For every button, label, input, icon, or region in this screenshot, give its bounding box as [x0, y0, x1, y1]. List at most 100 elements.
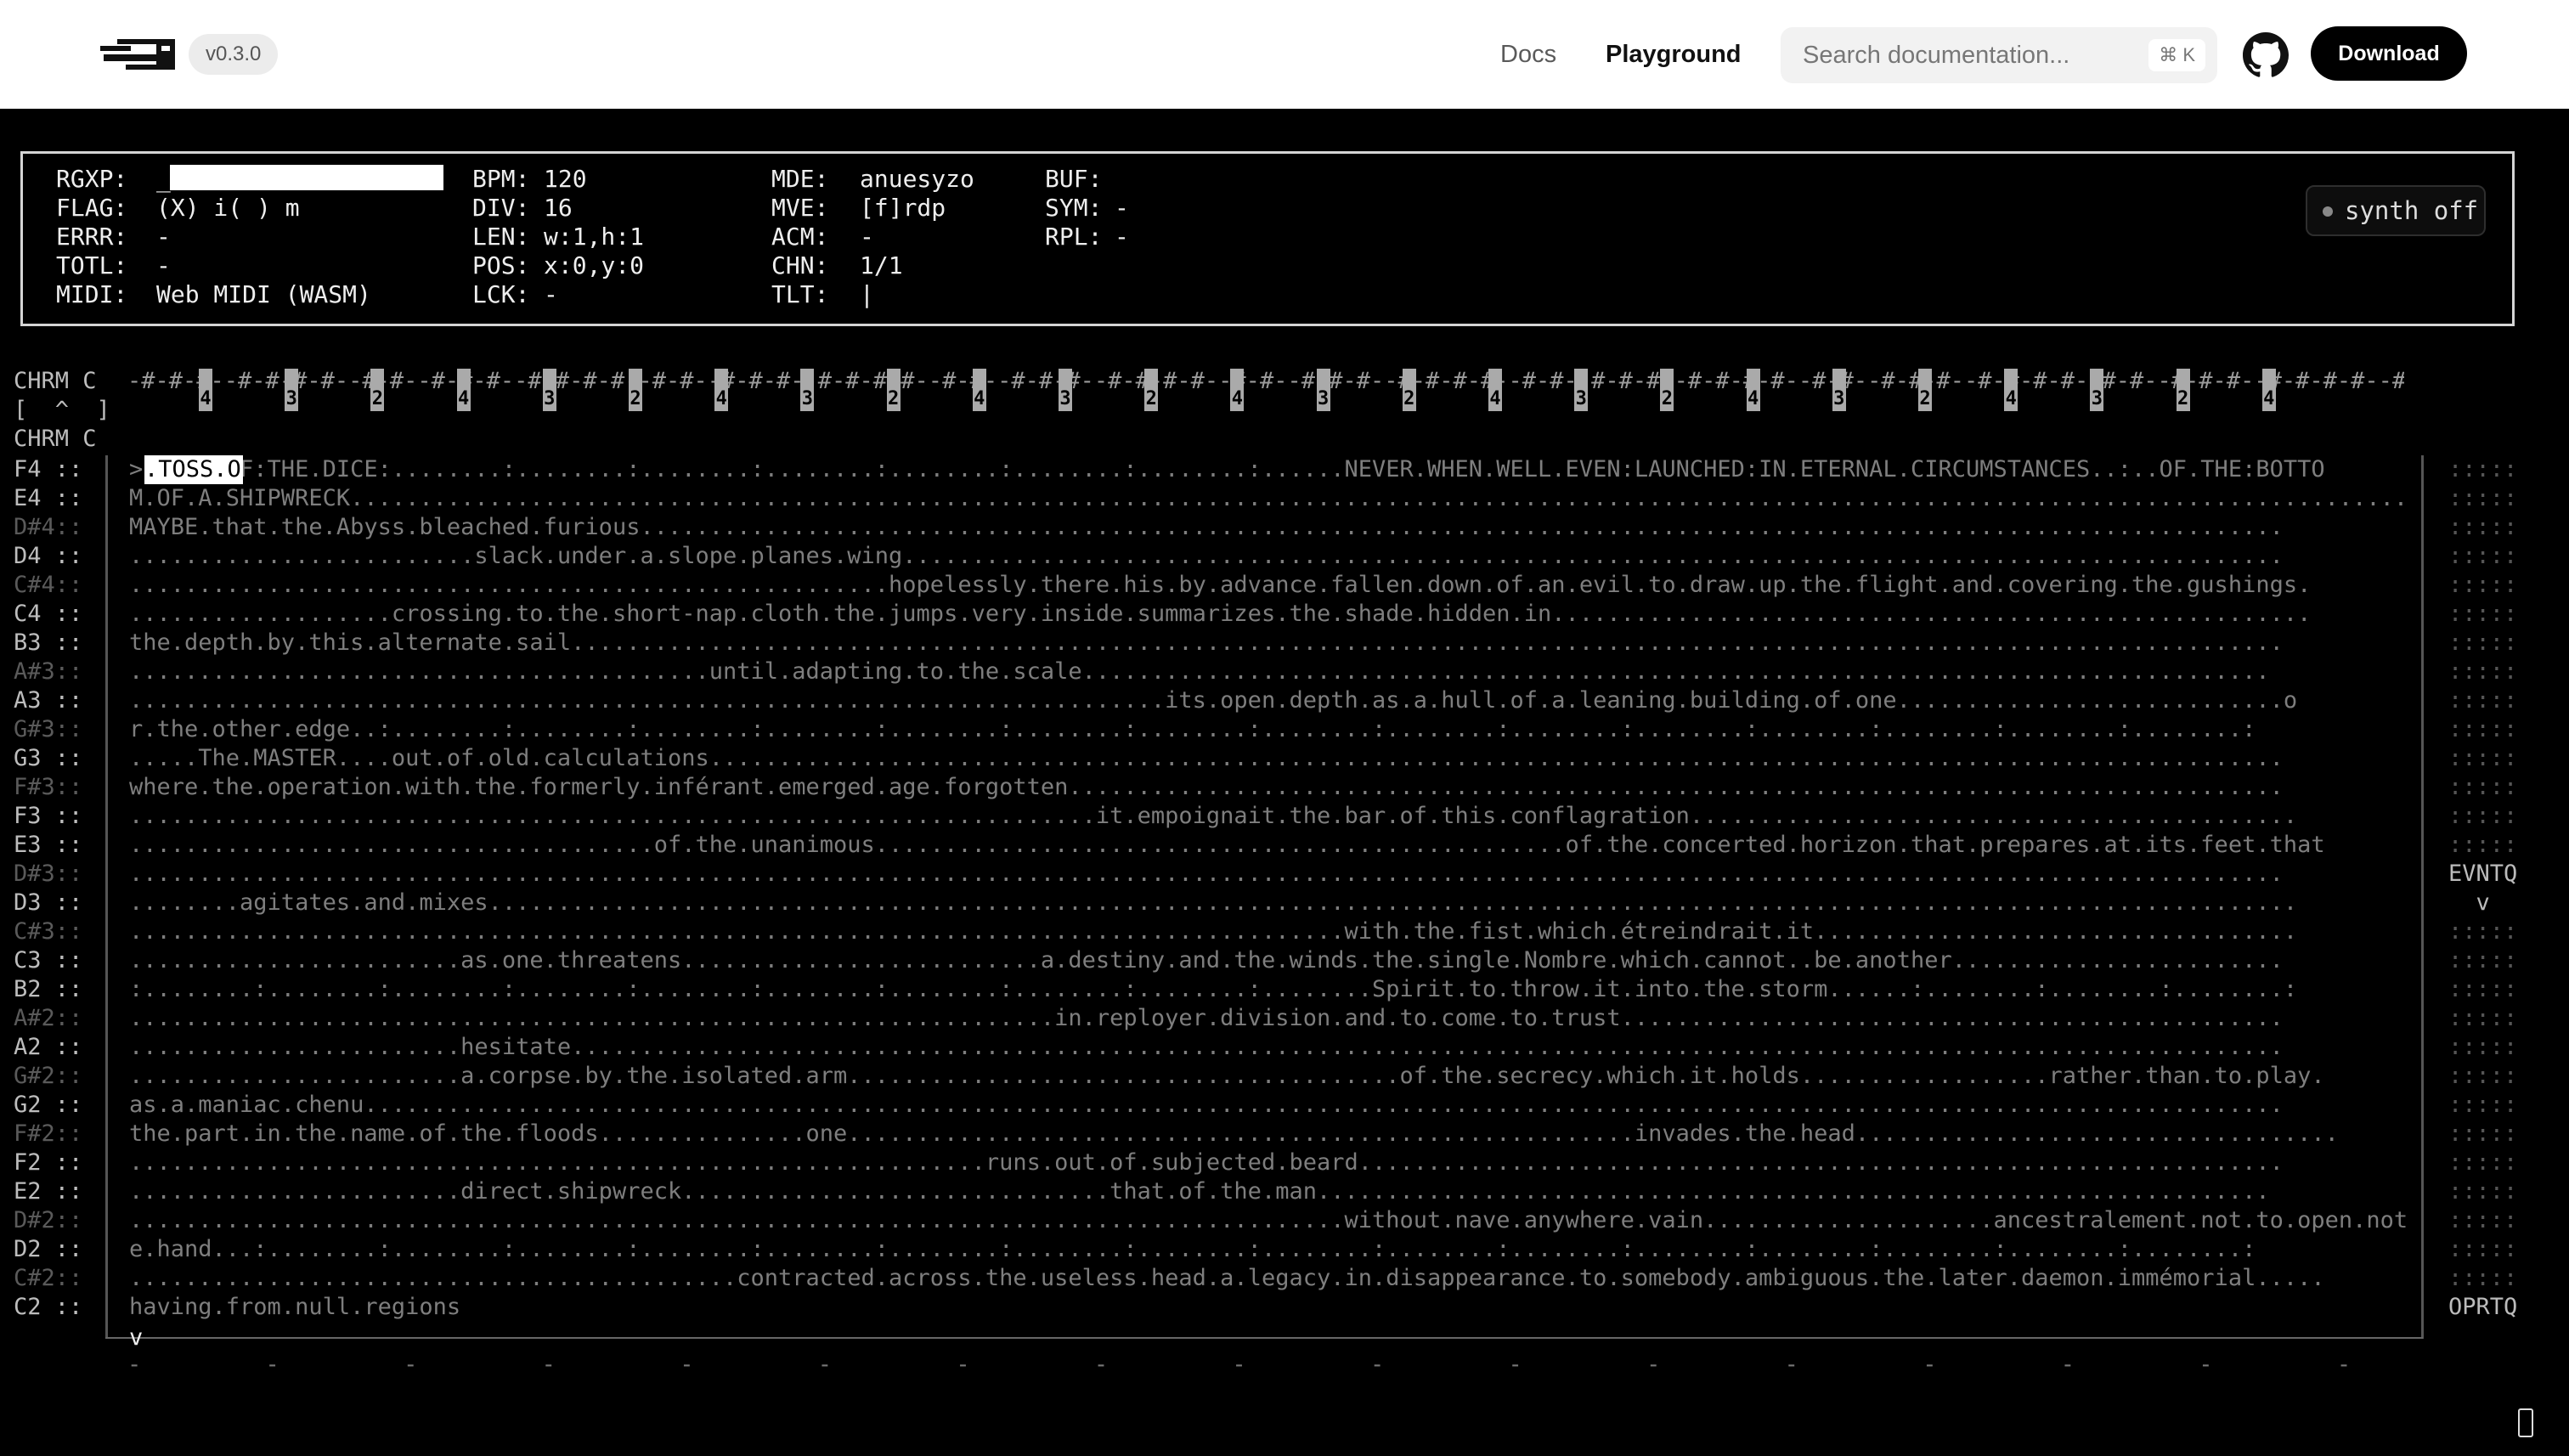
- note-label: A2 ::: [14, 1034, 83, 1060]
- side-indicator: :::::: [2448, 514, 2518, 540]
- side-indicator: :::::: [2448, 1149, 2518, 1176]
- grid-row-text[interactable]: .....The.MASTER....out.of.old.calculatio…: [129, 744, 2406, 773]
- status-value: -: [1115, 223, 1129, 251]
- ruler-octave-marker: 4: [2261, 369, 2276, 411]
- note-label: F#3::: [14, 774, 83, 800]
- status-label: MIDI:: [56, 280, 128, 308]
- ruler-octave-marker: 4: [2004, 369, 2019, 411]
- grid-row-text[interactable]: the.part.in.the.name.of.the.floods......…: [129, 1120, 2406, 1148]
- grid-row-text[interactable]: ......................................of…: [129, 831, 2406, 860]
- ruler-octave-marker: 2: [1918, 369, 1932, 411]
- status-label: BUF:: [1045, 165, 1103, 193]
- side-indicator: :::::: [2448, 774, 2518, 800]
- grid-row-text[interactable]: :........:........:........:........:...…: [129, 975, 2406, 1004]
- grid-row-text[interactable]: ........................................…: [129, 1206, 2406, 1235]
- version-badge: v0.3.0: [189, 34, 279, 75]
- side-indicator: EVNTQ: [2448, 861, 2518, 887]
- note-label: D#4::: [14, 514, 83, 540]
- logo-icon[interactable]: [100, 34, 178, 75]
- ruler-octave-marker: 2: [886, 369, 901, 411]
- side-indicator: :::::: [2448, 947, 2518, 973]
- note-label: A#2::: [14, 1005, 83, 1031]
- ruler-octave-marker: 4: [1230, 369, 1245, 411]
- side-indicator: v: [2448, 889, 2490, 916]
- search-box[interactable]: ⌘ K: [1781, 27, 2217, 83]
- regex-input[interactable]: [170, 165, 443, 190]
- grid-row-text[interactable]: ........................................…: [129, 1004, 2406, 1033]
- note-label: F4 ::: [14, 456, 83, 483]
- github-icon[interactable]: [2243, 32, 2289, 78]
- nav-playground-link[interactable]: Playground: [1606, 34, 1742, 75]
- download-button[interactable]: Download: [2311, 26, 2467, 81]
- status-label: LEN:: [472, 223, 530, 251]
- ruler-octave-marker: 3: [285, 369, 299, 411]
- grid-row-text[interactable]: M.OF.A.SHIPWRECK........................…: [129, 484, 2406, 513]
- side-indicator: :::::: [2448, 918, 2518, 945]
- side-indicator: :::::: [2448, 1120, 2518, 1147]
- grid-row-text[interactable]: as.a.maniac.chenu.......................…: [129, 1091, 2406, 1120]
- grid-row-text[interactable]: ...................crossing.to.the.short…: [129, 600, 2406, 629]
- grid-row-text[interactable]: ........................................…: [129, 802, 2406, 831]
- top-nav: v0.3.0 Docs Playground ⌘ K Download: [0, 0, 2569, 109]
- status-label: LCK:: [472, 280, 530, 308]
- grid-row-text[interactable]: ........................................…: [129, 686, 2406, 715]
- side-indicator: :::::: [2448, 1092, 2518, 1118]
- status-value: Web MIDI (WASM): [156, 280, 371, 308]
- grid-cursor-selection[interactable]: .TOSS.O: [144, 455, 243, 484]
- grid-row-text[interactable]: where.the.operation.with.the.formerly.in…: [129, 773, 2406, 802]
- grid-row-text[interactable]: ........................................…: [129, 1148, 2406, 1177]
- synth-label: synth off: [2345, 196, 2479, 225]
- synth-toggle-button[interactable]: synth off: [2306, 185, 2486, 236]
- grid-row-text[interactable]: ........................a.corpse.by.the.…: [129, 1062, 2406, 1091]
- ruler-octave-marker: 3: [1059, 369, 1072, 411]
- note-label: A#3::: [14, 658, 83, 685]
- grid-row-text[interactable]: ........................................…: [129, 917, 2406, 946]
- side-indicator: :::::: [2448, 1034, 2518, 1060]
- ruler-octave-marker: 4: [199, 369, 212, 411]
- grid-row-text[interactable]: ........................................…: [129, 571, 2406, 600]
- side-indicator: :::::: [2448, 803, 2518, 829]
- ruler-octave-marker: 3: [1316, 369, 1330, 411]
- status-label: ACM:: [771, 223, 829, 251]
- grid-row-text[interactable]: MAYBE.that.the.Abyss.bleached.furious...…: [129, 513, 2406, 542]
- side-indicator: :::::: [2448, 485, 2518, 511]
- grid-row-text[interactable]: having.from.null.regions: [129, 1293, 2406, 1322]
- status-value: x:0,y:0: [544, 251, 645, 279]
- note-label: C#4::: [14, 572, 83, 598]
- grid-row-text[interactable]: .........................slack.under.a.s…: [129, 542, 2406, 571]
- status-label: RGXP:: [56, 165, 128, 193]
- grid-row-text[interactable]: ........................as.one.threatens…: [129, 946, 2406, 975]
- grid-row-text[interactable]: ........................................…: [129, 860, 2406, 889]
- grid-frame-bottom: [105, 1337, 2423, 1339]
- chromatic-label-bottom: CHRM C: [14, 426, 97, 452]
- grid-row-text[interactable]: e.hand...:........:........:........:...…: [129, 1235, 2406, 1264]
- grid-row-text[interactable]: r.the.other.edge..:........:........:...…: [129, 715, 2406, 744]
- grid-row-text[interactable]: ........................direct.shipwreck…: [129, 1177, 2406, 1206]
- ruler-octave-marker: 2: [1144, 369, 1159, 411]
- ruler-octave-marker: 2: [370, 369, 385, 411]
- status-label: BPM:: [472, 165, 530, 193]
- side-indicator: :::::: [2448, 1207, 2518, 1233]
- grid-row-text[interactable]: ........................................…: [129, 657, 2406, 686]
- side-indicator: :::::: [2448, 716, 2518, 742]
- status-value: [f]rdp: [860, 194, 946, 222]
- grid-row-text[interactable]: ........................hesitate........…: [129, 1033, 2406, 1062]
- ruler-octave-marker: 2: [1402, 369, 1416, 411]
- note-label: G#3::: [14, 716, 83, 742]
- ruler-octave-marker: 2: [2176, 369, 2190, 411]
- side-indicator: :::::: [2448, 687, 2518, 714]
- grid-row-text[interactable]: the.depth.by.this.alternate.sail........…: [129, 629, 2406, 657]
- status-value: -: [860, 223, 874, 251]
- grid-row-text[interactable]: ........agitates.and.mixes..............…: [129, 889, 2406, 917]
- note-label: G2 ::: [14, 1092, 83, 1118]
- grid-row-text[interactable]: ........................................…: [129, 1264, 2406, 1293]
- nav-docs-link[interactable]: Docs: [1500, 34, 1556, 75]
- note-label: B3 ::: [14, 629, 83, 656]
- grid-row-text[interactable]: >.TOSS.OF:THE.DICE:........:........:...…: [129, 455, 2406, 484]
- status-value: -: [544, 280, 558, 308]
- search-input[interactable]: [1803, 27, 2134, 83]
- note-label: F2 ::: [14, 1149, 83, 1176]
- note-label: G3 ::: [14, 745, 83, 771]
- ruler-octave-marker: 4: [1746, 369, 1760, 411]
- note-label: D4 ::: [14, 543, 83, 569]
